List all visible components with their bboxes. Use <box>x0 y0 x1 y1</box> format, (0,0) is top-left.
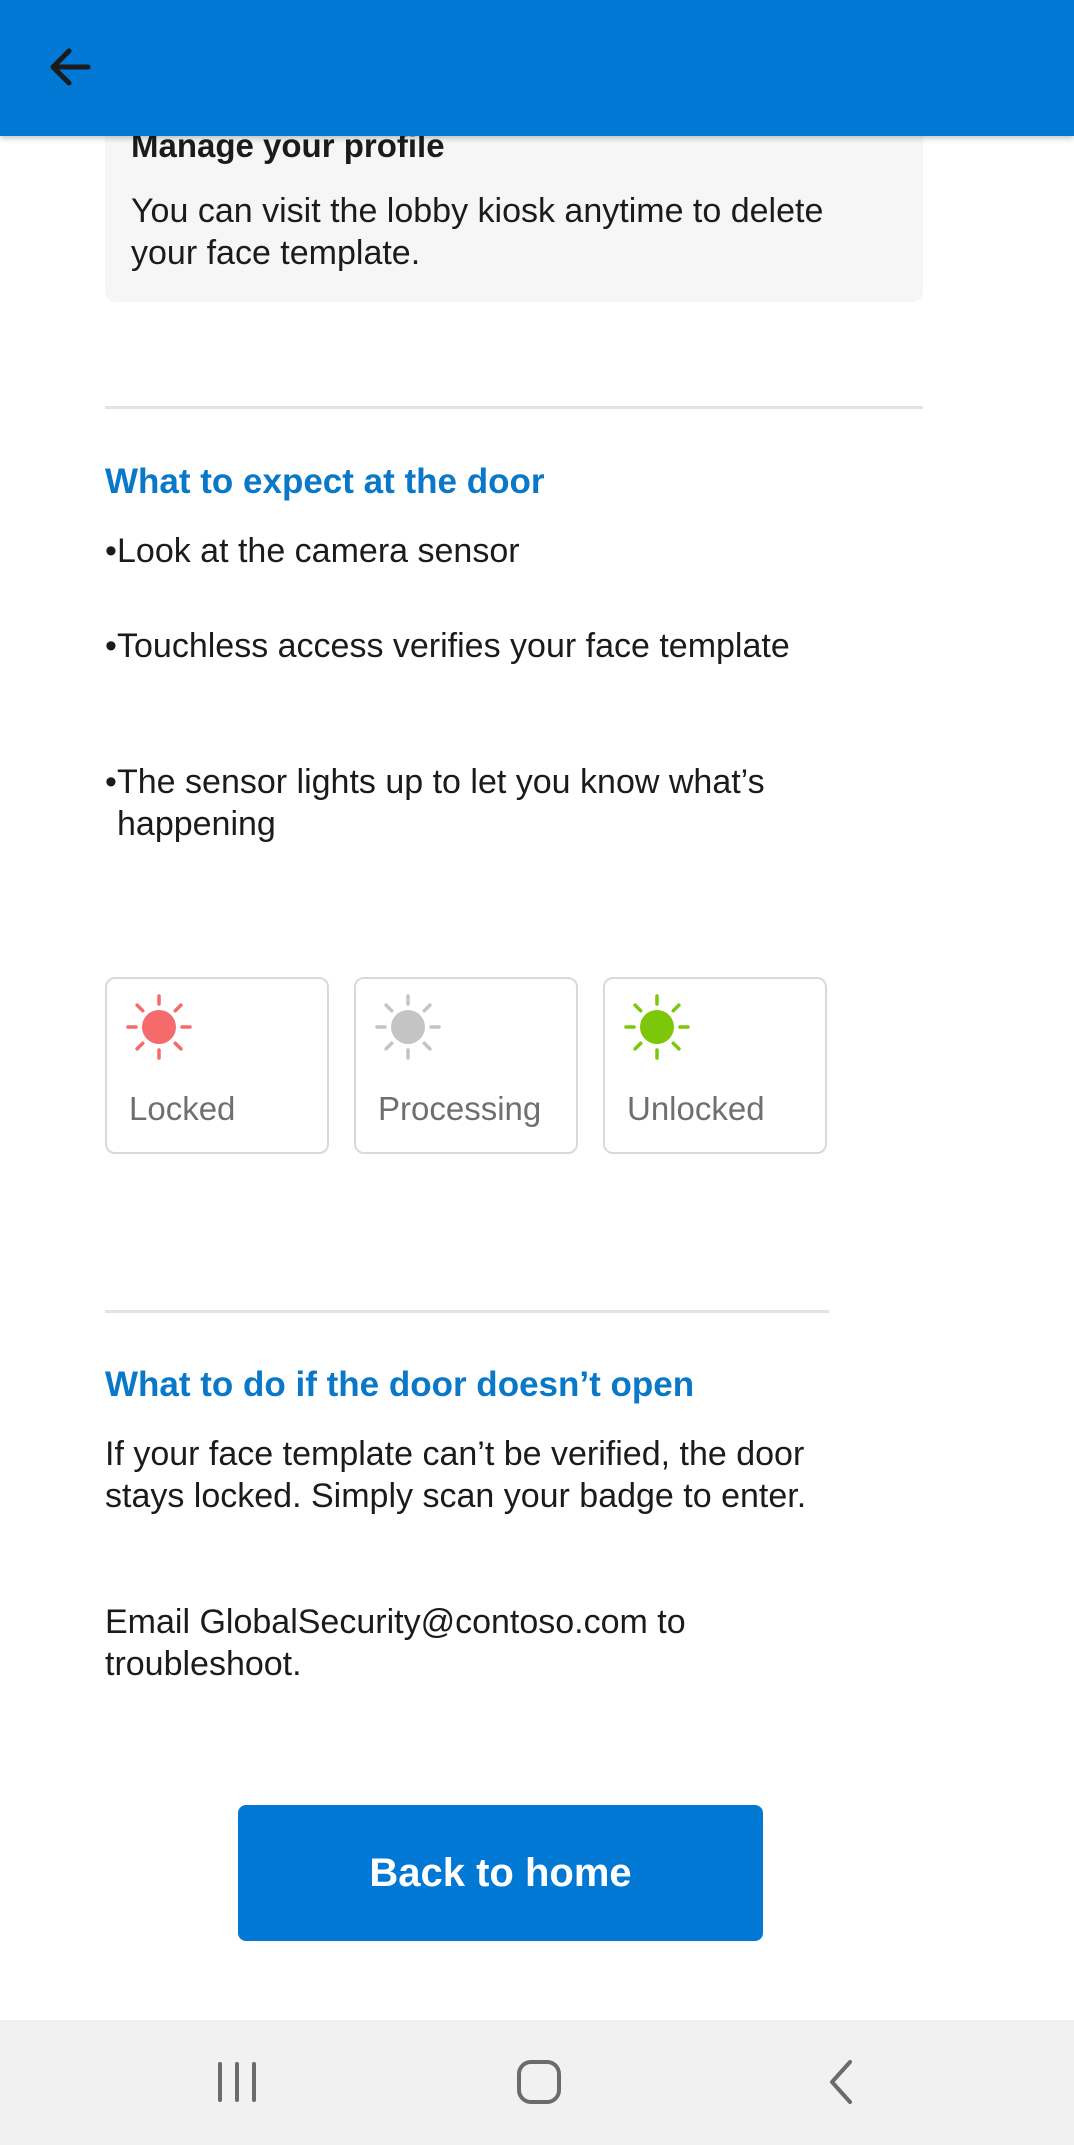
section-heading-expect: What to expect at the door <box>105 462 545 501</box>
back-button[interactable] <box>36 32 106 102</box>
section-heading-door: What to do if the door doesn’t open <box>105 1365 695 1404</box>
system-nav-bar <box>0 2020 1074 2145</box>
sun-icon <box>125 993 193 1061</box>
list-item: •Look at the camera sensor <box>105 530 865 572</box>
bullet-text: The sensor lights up to let you know wha… <box>117 763 765 843</box>
list-item: •Touchless access verifies your face tem… <box>105 625 865 667</box>
support-email-text: Email GlobalSecurity@contoso.com to trou… <box>105 1603 686 1683</box>
app-bar <box>0 0 1074 136</box>
list-item: •The sensor lights up to let you know wh… <box>105 761 865 845</box>
sun-icon <box>374 993 442 1061</box>
status-label: Locked <box>129 1090 236 1127</box>
bullet-marker: • <box>105 532 117 570</box>
door-help-text: If your face template can’t be verified,… <box>105 1435 807 1515</box>
back-to-home-button[interactable]: Back to home <box>238 1805 763 1941</box>
recent-apps-icon[interactable] <box>197 2042 277 2122</box>
bullet-text: Look at the camera sensor <box>117 532 520 570</box>
status-tile-processing: Processing <box>354 977 578 1154</box>
divider <box>105 406 923 409</box>
bullet-marker: • <box>105 627 117 665</box>
status-tile-unlocked: Unlocked <box>603 977 827 1154</box>
divider <box>105 1310 829 1313</box>
status-tile-locked: Locked <box>105 977 329 1154</box>
arrow-left-icon <box>36 32 106 102</box>
bullet-marker: • <box>105 763 117 801</box>
home-icon[interactable] <box>499 2042 579 2122</box>
card-body: You can visit the lobby kiosk anytime to… <box>131 192 824 272</box>
bullet-text: Touchless access verifies your face temp… <box>117 627 790 665</box>
sun-icon <box>623 993 691 1061</box>
status-label: Unlocked <box>627 1090 765 1127</box>
back-chevron-icon[interactable] <box>802 2042 882 2122</box>
status-label: Processing <box>378 1090 542 1127</box>
